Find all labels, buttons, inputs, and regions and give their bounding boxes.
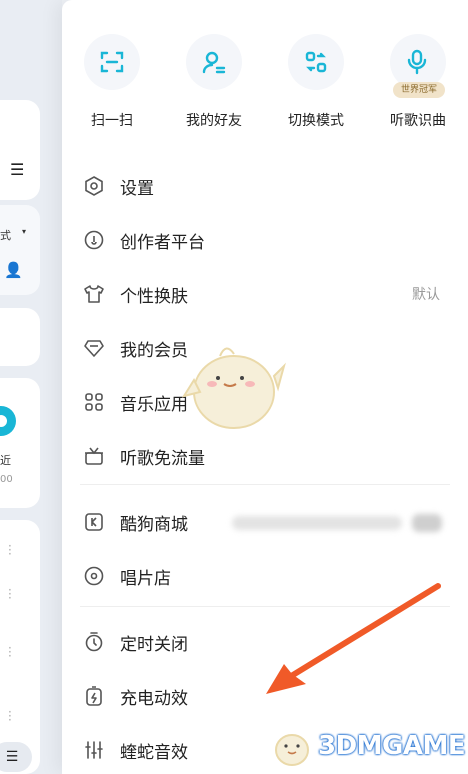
menu-label: 蝰蛇音效 [120, 742, 188, 763]
record-icon [80, 562, 108, 590]
watermark-mascot-icon [275, 734, 309, 766]
recent-label: 近 [0, 454, 11, 467]
diamond-icon [80, 334, 108, 362]
scan-label: 扫一扫 [91, 113, 133, 129]
menu-item-settings[interactable]: 设置 [80, 166, 452, 206]
watermark: 3DMGAME [272, 722, 466, 770]
menu-label: 创作者平台 [120, 232, 205, 253]
more-icon[interactable]: · · · [8, 584, 12, 604]
mascot-sticker-icon [181, 347, 286, 429]
mode-label: 式 [0, 229, 11, 242]
shop-icon [80, 508, 108, 536]
pointer-arrow-icon [266, 583, 441, 694]
background-card: · · · · · · · · · · · · ☰ [0, 520, 40, 774]
menu-label: 听歌免流量 [120, 448, 205, 469]
watermark-text: 3DMGAME [318, 731, 466, 761]
switch-mode-icon [305, 51, 327, 73]
switch-mode-label: 切换模式 [288, 113, 344, 129]
music-recognition-button[interactable]: 世界冠军 听歌识曲 [370, 34, 466, 130]
friends-button[interactable]: 我的好友 [166, 34, 262, 130]
friends-icon [202, 51, 226, 74]
settings-icon [80, 172, 108, 200]
gift-icon [80, 442, 108, 470]
recent-count: 00 [0, 474, 13, 485]
more-icon[interactable]: · · · [8, 706, 12, 726]
menu-label: 我的会员 [120, 340, 188, 361]
menu-label: 唱片店 [120, 568, 171, 589]
menu-label: 酷狗商城 [120, 514, 188, 535]
champion-badge: 世界冠军 [393, 82, 445, 98]
blurred-promo [412, 514, 442, 532]
menu-label: 充电动效 [120, 688, 188, 709]
tshirt-icon [80, 280, 108, 308]
background-card: 近 00 [0, 378, 40, 508]
menu-label: 设置 [120, 178, 154, 199]
recent-icon[interactable] [0, 406, 16, 436]
switch-mode-button[interactable]: 切换模式 [268, 34, 364, 130]
charging-icon [80, 682, 108, 710]
more-icon[interactable]: · · · [8, 540, 12, 560]
menu-label: 个性换肤 [120, 286, 188, 307]
side-drawer: 扫一扫 我的好友 切换模式 世界冠军 听歌识曲 设置 创作者平台 个性换肤 默认… [62, 0, 468, 774]
caret-down-icon: ▾ [22, 227, 27, 236]
timer-icon [80, 628, 108, 656]
more-icon[interactable]: · · · [8, 642, 12, 662]
apps-icon [80, 388, 108, 416]
background-card: 式 ▾ 👤 [0, 205, 40, 295]
playlist-icon[interactable]: ☰ [0, 742, 32, 772]
quick-actions: 扫一扫 我的好友 切换模式 世界冠军 听歌识曲 [74, 34, 468, 134]
menu-label: 音乐应用 [120, 394, 188, 415]
friends-label: 我的好友 [186, 113, 242, 129]
menu-icon[interactable]: ☰ [10, 160, 24, 179]
menu-item-creator[interactable]: 创作者平台 [80, 220, 452, 260]
menu-divider [80, 484, 450, 485]
background-main-page: ☰ 式 ▾ 👤 近 00 · · · · · · · · · · · · ☰ [0, 0, 62, 774]
menu-item-free-traffic[interactable]: 听歌免流量 [80, 436, 452, 476]
music-recognition-icon [407, 49, 427, 75]
menu-label: 定时关闭 [120, 634, 188, 655]
scan-icon [100, 51, 124, 73]
background-card [0, 308, 40, 366]
skin-value: 默认 [412, 287, 440, 303]
background-card: ☰ [0, 100, 40, 200]
scan-button[interactable]: 扫一扫 [64, 34, 160, 130]
add-user-icon[interactable]: 👤 [4, 261, 23, 279]
music-recognition-label: 听歌识曲 [390, 113, 446, 129]
blurred-promo [232, 516, 402, 530]
equalizer-icon [80, 736, 108, 764]
creator-icon [80, 226, 108, 254]
menu-item-skin[interactable]: 个性换肤 默认 [80, 274, 452, 314]
